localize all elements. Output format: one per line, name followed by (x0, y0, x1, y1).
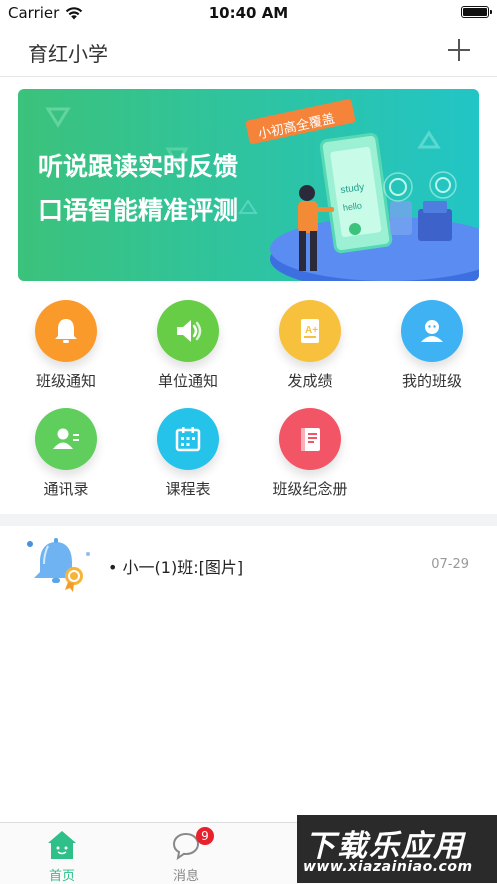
feature-send-grades[interactable]: A+ 发成绩 (248, 292, 372, 392)
unread-badge: 9 (196, 827, 214, 845)
page-title: 育红小学 (28, 42, 108, 66)
bell-icon (35, 300, 97, 362)
section-divider (0, 514, 497, 526)
contacts-icon (35, 408, 97, 470)
feature-my-class[interactable]: 我的班级 (370, 292, 494, 392)
grade-icon: A+ (279, 300, 341, 362)
battery-level (463, 8, 487, 16)
battery-icon (461, 6, 492, 18)
feature-class-notice[interactable]: 班级通知 (4, 292, 128, 392)
watermark: 下载乐应用 www.xiazainiao.com (297, 815, 497, 883)
feature-label: 课程表 (165, 480, 211, 498)
home-icon (48, 831, 76, 859)
promo-banner[interactable]: study hello 小初高全覆盖 听说跟读实时反馈 口语智能精准评测 (18, 89, 479, 281)
tab-home-label: 首页 (48, 869, 75, 884)
feature-label: 单位通知 (157, 372, 218, 390)
feature-label: 班级通知 (35, 372, 96, 390)
tab-messages-label: 消息 (172, 869, 199, 884)
notification-bell-icon (18, 534, 98, 594)
feature-label: 通讯录 (43, 480, 89, 498)
banner-headline-2: 口语智能精准评测 (38, 196, 238, 225)
speaker-icon (157, 300, 219, 362)
status-bar: Carrier 10:40 AM (0, 0, 497, 26)
navigation-bar: 育红小学 (0, 26, 497, 77)
message-preview: • 小一(1)班:[图片] (108, 558, 244, 577)
banner-headline-1: 听说跟读实时反馈 (38, 152, 238, 181)
feature-unit-notice[interactable]: 单位通知 (126, 292, 250, 392)
calendar-icon (157, 408, 219, 470)
clock: 10:40 AM (208, 4, 289, 22)
watermark-url: www.xiazainiao.com (303, 859, 473, 875)
feature-label: 发成绩 (287, 372, 333, 390)
message-list-item[interactable]: • 小一(1)班:[图片] 07-29 (0, 532, 497, 596)
feature-class-album[interactable]: 班级纪念册 (248, 400, 372, 500)
album-icon (279, 408, 341, 470)
feature-label: 班级纪念册 (272, 480, 348, 498)
svg-text:A+: A+ (305, 325, 318, 336)
feature-contacts[interactable]: 通讯录 (4, 400, 128, 500)
message-date: 07-29 (431, 557, 469, 572)
plus-icon[interactable] (447, 38, 471, 62)
tab-home[interactable]: 首页 (0, 823, 124, 884)
tab-messages[interactable]: 9 消息 (124, 823, 248, 884)
feature-timetable[interactable]: 课程表 (126, 400, 250, 500)
feature-label: 我的班级 (401, 372, 462, 390)
class-icon (401, 300, 463, 362)
banner-illustration: study hello 小初高全覆盖 听说跟读实时反馈 口语智能精准评测 (18, 89, 479, 281)
